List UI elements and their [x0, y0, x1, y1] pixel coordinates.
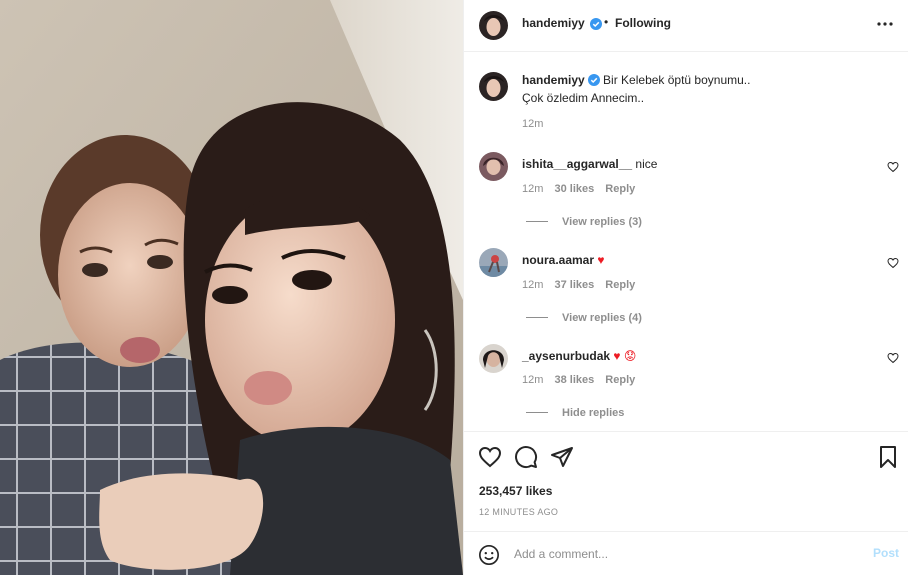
- caption-text-line1: Bir Kelebek öptü boynumu..: [603, 73, 751, 87]
- comment-avatar[interactable]: [479, 248, 508, 277]
- following-button[interactable]: Following: [615, 16, 671, 30]
- post-button[interactable]: Post: [873, 546, 899, 560]
- avatar-image: [479, 72, 508, 101]
- comment-likes[interactable]: 38 likes: [554, 374, 594, 386]
- comment-username[interactable]: noura.aamar: [522, 253, 594, 267]
- comment-row: _aysenurbudak ♥ 😟: [522, 347, 636, 365]
- comment-time: 12m: [522, 374, 544, 386]
- comment-like-heart-icon[interactable]: [887, 352, 899, 364]
- author-avatar[interactable]: [479, 11, 508, 40]
- view-replies-label: View replies (3): [562, 216, 642, 228]
- avatar-image: [479, 344, 508, 373]
- comment-composer: Post: [464, 531, 908, 575]
- comment-input[interactable]: [514, 544, 844, 564]
- comment-like-heart-icon[interactable]: [887, 161, 899, 173]
- hide-replies-button[interactable]: Hide replies: [526, 405, 624, 419]
- heart-icon[interactable]: [478, 445, 502, 469]
- comment-row: noura.aamar ♥: [522, 251, 605, 269]
- comment-likes[interactable]: 30 likes: [554, 183, 594, 195]
- comment-row: ishita__aggarwal__ nice: [522, 155, 657, 173]
- comment-time: 12m: [522, 279, 544, 291]
- comment-text: ♥ 😟: [613, 349, 637, 363]
- avatar-image: [479, 152, 508, 181]
- emoji-icon[interactable]: [478, 544, 500, 566]
- comment-like-heart-icon[interactable]: [887, 257, 899, 269]
- comment-meta: 12m 38 likes Reply: [522, 374, 635, 386]
- post-image: [0, 0, 463, 575]
- replies-divider: [526, 221, 548, 223]
- caption-timestamp: 12m: [522, 118, 544, 130]
- author-username[interactable]: handemiyy: [522, 16, 585, 30]
- view-replies-button[interactable]: View replies (3): [526, 214, 642, 228]
- verified-icon: [587, 74, 600, 86]
- comment-username[interactable]: _aysenurbudak: [522, 349, 610, 363]
- replies-divider: [526, 317, 548, 319]
- share-icon[interactable]: [550, 445, 574, 469]
- bookmark-icon[interactable]: [876, 445, 900, 469]
- likes-count[interactable]: 253,457 likes: [479, 484, 552, 498]
- verified-icon: [590, 18, 602, 30]
- reply-button[interactable]: Reply: [605, 183, 635, 195]
- comment-meta: 12m 37 likes Reply: [522, 279, 635, 291]
- comment-avatar[interactable]: [479, 152, 508, 181]
- caption-avatar[interactable]: [479, 72, 508, 101]
- hide-replies-label: Hide replies: [562, 407, 625, 419]
- comment-icon[interactable]: [514, 445, 538, 469]
- replies-divider: [526, 412, 548, 414]
- more-options-icon: [877, 22, 893, 26]
- comment-likes[interactable]: 37 likes: [554, 279, 594, 291]
- comment-text: nice: [635, 157, 658, 171]
- view-replies-button[interactable]: View replies (4): [526, 310, 642, 324]
- caption-text-line2: Çok özledim Annecim..: [522, 91, 645, 105]
- comment-username[interactable]: ishita__aggarwal__: [522, 157, 632, 171]
- comment-text: ♥: [597, 253, 605, 267]
- post-photo[interactable]: [0, 0, 463, 575]
- caption: handemiyy Bir Kelebek öptü boynumu.. Çok…: [522, 71, 882, 107]
- post-timestamp: 12 MINUTES AGO: [479, 507, 559, 517]
- reply-button[interactable]: Reply: [605, 374, 635, 386]
- separator-dot: •: [604, 15, 609, 29]
- post-actions: 253,457 likes 12 MINUTES AGO: [464, 431, 908, 531]
- post-header: handemiyy • Following: [464, 0, 908, 52]
- view-replies-label: View replies (4): [562, 312, 642, 324]
- more-options-button[interactable]: [875, 14, 895, 34]
- post-details-pane: handemiyy • Following handemiyy Bir Kele…: [463, 0, 908, 575]
- comment-meta: 12m 30 likes Reply: [522, 183, 635, 195]
- avatar-image: [479, 248, 508, 277]
- reply-button[interactable]: Reply: [605, 279, 635, 291]
- caption-username[interactable]: handemiyy: [522, 73, 585, 87]
- comment-avatar[interactable]: [479, 344, 508, 373]
- comment-time: 12m: [522, 183, 544, 195]
- avatar-image: [479, 11, 508, 40]
